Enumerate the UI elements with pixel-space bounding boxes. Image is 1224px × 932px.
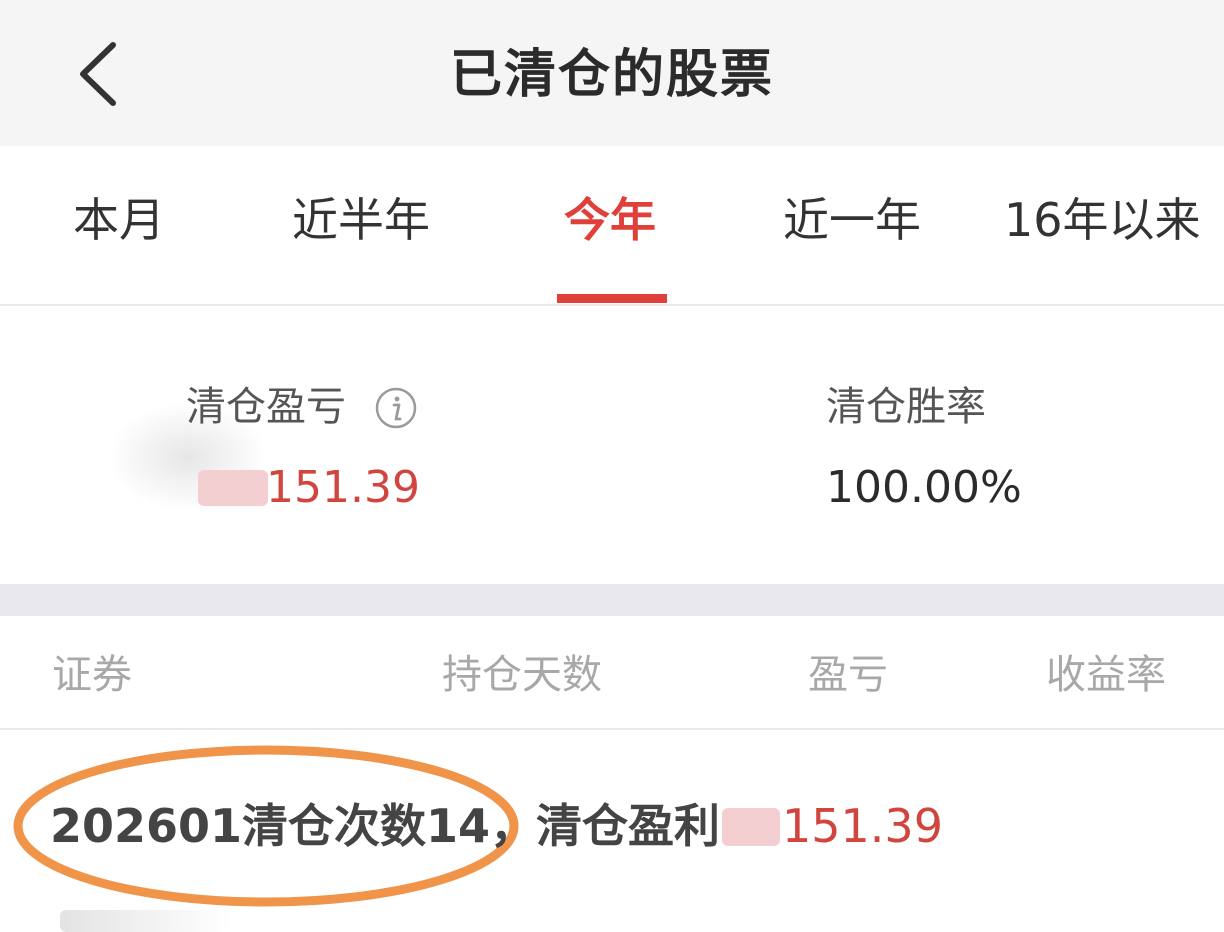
tab-one-year[interactable]: 近一年 <box>783 190 921 250</box>
masked-sign <box>722 808 780 846</box>
pnl-value: 151.39 <box>266 462 420 513</box>
tab-half-year[interactable]: 近半年 <box>292 190 430 250</box>
list-item[interactable]: 202601清仓次数14，清仓盈利 151.39 <box>0 732 1224 932</box>
privacy-blur <box>60 910 230 932</box>
tab-since-2016[interactable]: 16年以来 <box>1004 190 1201 250</box>
win-rate-label: 清仓胜率 <box>826 384 986 430</box>
column-pnl[interactable]: 盈亏 <box>808 650 888 700</box>
monthly-profit-value: 151.39 <box>782 799 943 853</box>
column-holding-days[interactable]: 持仓天数 <box>442 650 602 700</box>
tab-this-year[interactable]: 今年 <box>564 190 656 250</box>
masked-sign <box>198 470 268 506</box>
period-tabs: 本月 近半年 今年 近一年 16年以来 <box>0 146 1224 306</box>
monthly-summary-text: 202601清仓次数14，清仓盈利 <box>50 799 721 853</box>
column-return-rate[interactable]: 收益率 <box>1046 650 1166 700</box>
page-title: 已清仓的股票 <box>449 45 774 105</box>
column-security[interactable]: 证券 <box>52 650 132 700</box>
section-divider <box>0 584 1224 616</box>
win-rate-value: 100.00% <box>826 462 1022 513</box>
list-column-header: 证券 持仓天数 盈亏 收益率 <box>0 616 1224 730</box>
info-icon[interactable] <box>374 386 418 430</box>
summary-panel: 清仓盈亏 151.39 清仓胜率 100.00% <box>0 306 1224 584</box>
pnl-label: 清仓盈亏 <box>186 384 346 430</box>
tab-this-month[interactable]: 本月 <box>73 190 165 250</box>
active-tab-indicator <box>557 294 667 303</box>
top-nav-bar: 已清仓的股票 <box>0 0 1224 146</box>
